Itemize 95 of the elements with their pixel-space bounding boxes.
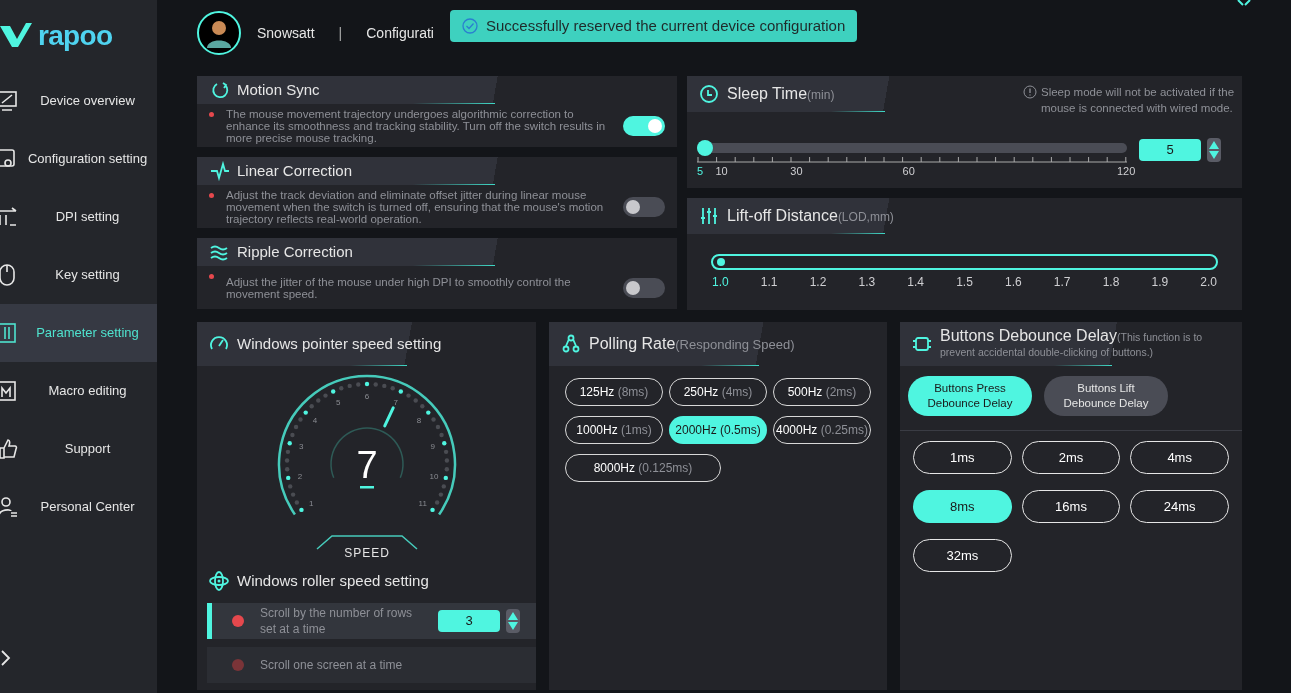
tick-label: 1.1 — [760, 274, 778, 291]
sidebar-item[interactable]: Configuration setting — [0, 130, 157, 188]
speed-gauge[interactable]: 1 2 3 4 5 6 7 8 9 10 11 7 SPEED — [276, 374, 457, 564]
tick-label: 1.7 — [1053, 274, 1071, 291]
tick-label: 60 — [902, 164, 915, 179]
section-title: Sleep Time(min) — [727, 84, 835, 104]
atom-icon — [209, 571, 229, 592]
sidebar-item[interactable]: Key setting — [0, 246, 157, 304]
option-label: Scroll by the number of rows set at a time — [260, 604, 414, 637]
gauge-scale-label: 7 — [393, 398, 398, 408]
toggle-switch[interactable] — [623, 115, 665, 136]
avatar[interactable] — [197, 11, 241, 55]
separator: | — [337, 23, 344, 43]
chip-icon — [912, 334, 932, 354]
tick-label: 1.0 — [712, 274, 729, 291]
slider-thumb[interactable] — [717, 258, 725, 266]
section-title: Buttons Debounce Delay(This function is to prevent accidental double-clicking of buttons.) — [940, 329, 1204, 359]
gauge-caption: SPEED — [343, 546, 390, 560]
stepper-icon[interactable] — [1207, 138, 1221, 162]
polling-rate-option[interactable]: 4000Hz (0.25ms) — [773, 416, 871, 444]
check-circle-icon — [461, 18, 478, 34]
scroll-option[interactable]: Scroll by the number of rows set at a time 3 — [207, 602, 536, 639]
option-label: Scroll one screen at a time — [260, 656, 404, 673]
person-silhouette-icon — [206, 18, 232, 48]
sidebar-item[interactable]: Macro editing — [0, 362, 157, 420]
gauge-scale-label: 3 — [298, 442, 304, 452]
sleep-note: Sleep mode will not be activated if the mouse is connected with wired mode. — [1041, 85, 1236, 116]
section-title: Windows pointer speed setting — [237, 333, 442, 354]
tick-label: 1.2 — [809, 274, 827, 291]
sliders-icon — [699, 206, 719, 226]
line-wave-icon — [209, 161, 229, 181]
setting-description: Adjust the jitter of the mouse under high DPI to smoothly control the movement speed. — [226, 275, 572, 300]
expand-icon[interactable] — [0, 649, 12, 667]
gauge-scale-label: 10 — [429, 471, 438, 481]
debounce-mode-tab[interactable]: Buttons Lift Debounce Delay — [1044, 376, 1168, 416]
tick-label: 1.8 — [1102, 274, 1120, 291]
sidebar-item[interactable]: Parameter setting — [0, 304, 157, 362]
gauge-scale-label: 11 — [418, 499, 427, 508]
section-title: Linear Correction — [237, 160, 353, 181]
gauge-scale-label: 4 — [312, 416, 317, 426]
user-name: Snowsatt — [257, 23, 315, 43]
section-title: Lift-off Distance(LOD,mm) — [727, 206, 894, 226]
gauge-scale-label: 2 — [297, 471, 302, 481]
sidebar-item[interactable]: Personal Center — [0, 478, 157, 536]
tick-label: 30 — [790, 164, 803, 179]
tick-label: 5 — [697, 164, 704, 179]
gauge-scale-label: 5 — [335, 398, 340, 408]
scroll-option[interactable]: Scroll one screen at a time — [207, 646, 536, 683]
success-toast: Successfully reserved the current device configuration — [449, 10, 858, 42]
thumb-icon — [0, 437, 18, 461]
monitor-icon — [0, 89, 18, 113]
slider-thumb[interactable] — [697, 140, 713, 156]
rows-field[interactable]: 3 — [438, 609, 500, 632]
tick-label: 1.9 — [1151, 274, 1169, 291]
toggle-switch[interactable] — [623, 277, 665, 298]
logo-icon — [0, 23, 34, 49]
tick-label: 2.0 — [1200, 274, 1217, 291]
tick-label: 1.5 — [956, 274, 973, 291]
configuration-label: Configurati — [366, 23, 434, 43]
section-title: Windows roller speed setting — [237, 571, 429, 591]
slider-track[interactable] — [697, 143, 1127, 153]
tick-label: 10 — [715, 164, 728, 179]
debounce-option[interactable]: 8ms — [913, 490, 1012, 523]
nodes-icon — [561, 334, 581, 354]
setting-description: Adjust the track deviation and eliminate offset jitter during linear mouse movement when the switch is turned off, ensuring that the mouse's motion trajectory reflects real-world operation. — [226, 188, 605, 225]
tick-label: 1.4 — [907, 274, 924, 291]
stepper-icon[interactable] — [506, 608, 520, 633]
section-title: Polling Rate(Responding Speed) — [589, 334, 795, 354]
debounce-mode-tab[interactable]: Buttons Press Debounce Delay — [908, 376, 1032, 416]
tick-label: 1.3 — [858, 274, 876, 291]
tick-label: 1.6 — [1004, 274, 1022, 291]
toggle-switch[interactable] — [623, 196, 665, 217]
info-icon — [1023, 85, 1037, 99]
logo-text: rapoo — [38, 19, 113, 53]
close-icon[interactable] — [1236, 0, 1252, 6]
speed-value: 7 — [355, 444, 378, 486]
gauge-scale-label: 8 — [416, 416, 421, 426]
sleep-time-field[interactable]: 5 — [1139, 139, 1201, 161]
gauge-scale-label: 1 — [308, 499, 313, 508]
circular-arrow-icon — [209, 80, 229, 100]
gauge-scale-label: 6 — [364, 392, 369, 401]
person-icon — [0, 495, 18, 519]
macro-icon — [0, 379, 18, 403]
polling-rate-option[interactable]: 2000Hz (0.5ms) — [669, 416, 767, 444]
slider-track[interactable] — [711, 254, 1218, 270]
mouse-icon — [0, 263, 18, 287]
setting-description: The mouse movement trajectory undergoes algorithmic correction to enhance its smoothness and tracking stability. Turn off the switch results in more precise mouse tracking. — [226, 107, 607, 144]
gauge-scale-label: 9 — [429, 442, 435, 452]
sidebar-item[interactable]: Device overview — [0, 72, 157, 130]
section-title: Motion Sync — [237, 79, 320, 100]
sidebar-item[interactable]: Support — [0, 420, 157, 478]
sidebar-item[interactable]: DPI setting — [0, 188, 157, 246]
clock-icon — [699, 84, 719, 104]
section-title: Ripple Correction — [237, 241, 353, 262]
tick-label: 120 — [1117, 164, 1136, 179]
